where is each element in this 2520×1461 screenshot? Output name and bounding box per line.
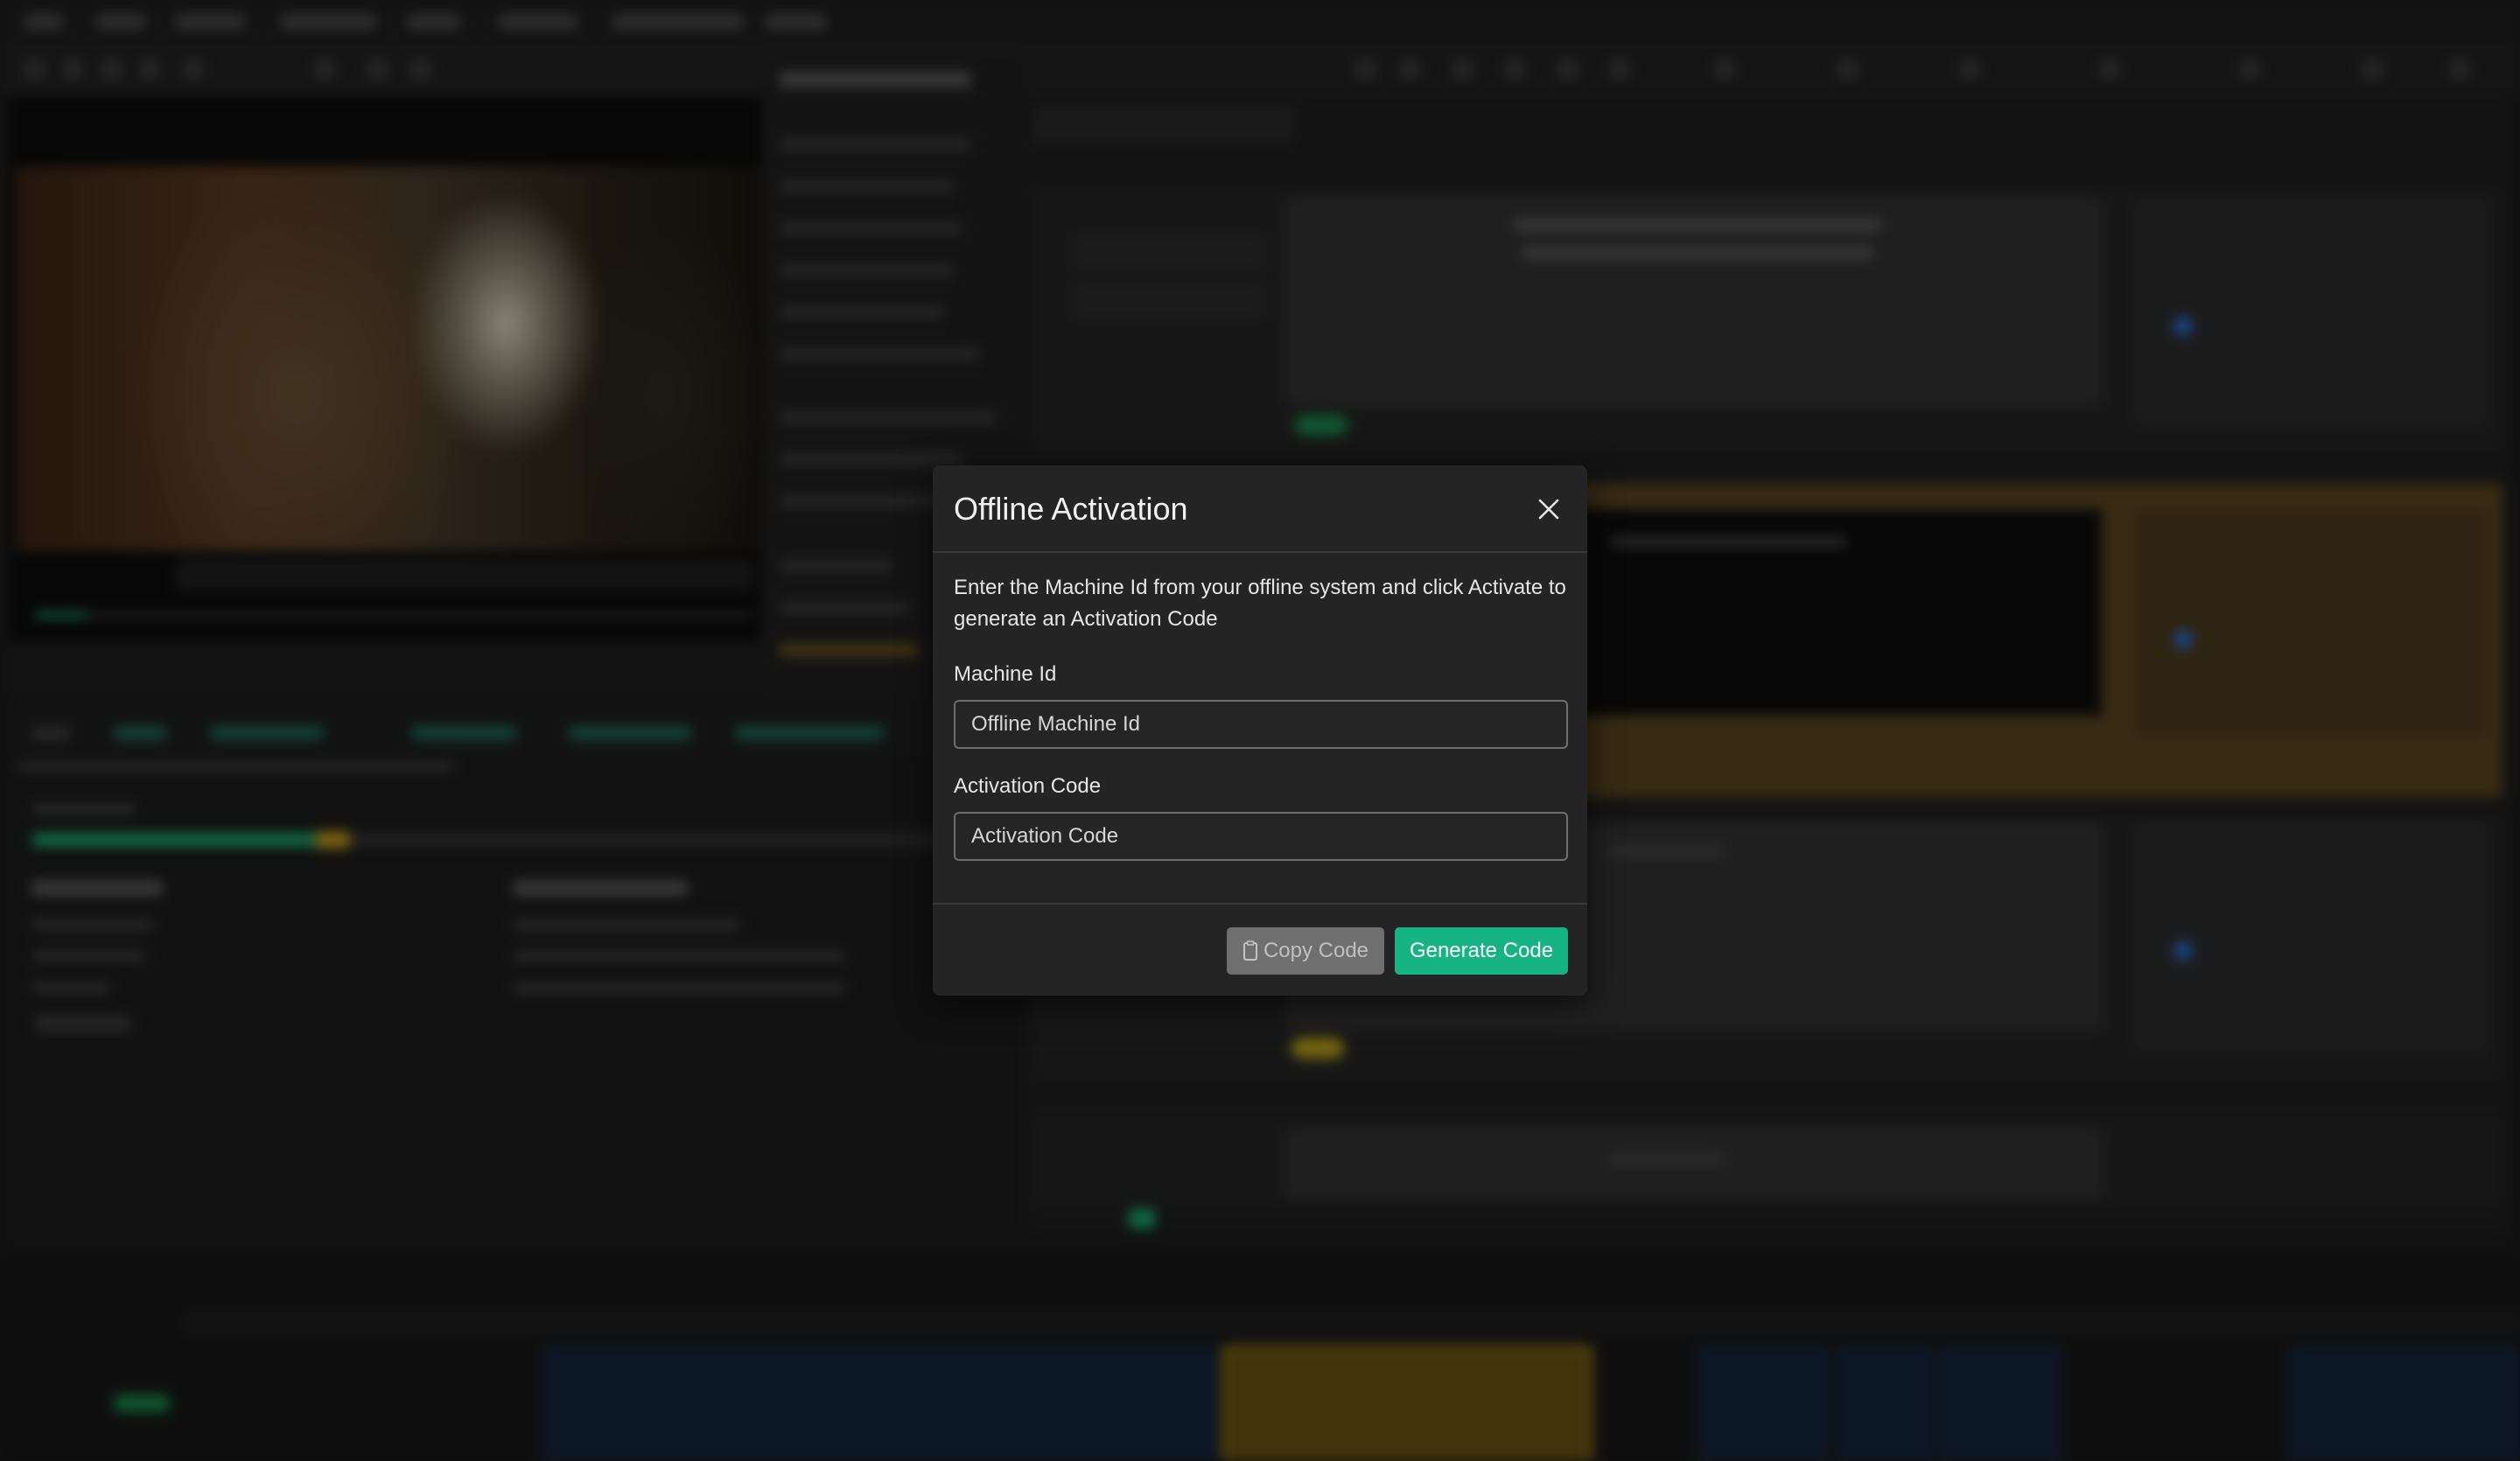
copy-code-button[interactable]: Copy Code — [1227, 927, 1384, 975]
activation-code-input[interactable] — [954, 812, 1568, 861]
dialog-title: Offline Activation — [954, 491, 1188, 527]
app-window: Offline Activation Enter the Machine Id … — [0, 0, 2520, 1461]
close-icon — [1538, 499, 1559, 520]
generate-code-label: Generate Code — [1409, 939, 1554, 962]
machine-id-input[interactable] — [954, 700, 1568, 749]
offline-activation-dialog: Offline Activation Enter the Machine Id … — [933, 465, 1587, 996]
dialog-footer-divider — [933, 903, 1587, 905]
clipboard-icon — [1242, 940, 1257, 961]
copy-code-label: Copy Code — [1263, 939, 1369, 962]
machine-id-label: Machine Id — [954, 662, 1057, 686]
dialog-description: Enter the Machine Id from your offline s… — [954, 576, 1566, 631]
activation-code-label: Activation Code — [954, 774, 1102, 798]
dialog-header: Offline Activation — [933, 465, 1587, 553]
close-button[interactable] — [1531, 492, 1566, 527]
generate-code-button[interactable]: Generate Code — [1395, 927, 1568, 975]
